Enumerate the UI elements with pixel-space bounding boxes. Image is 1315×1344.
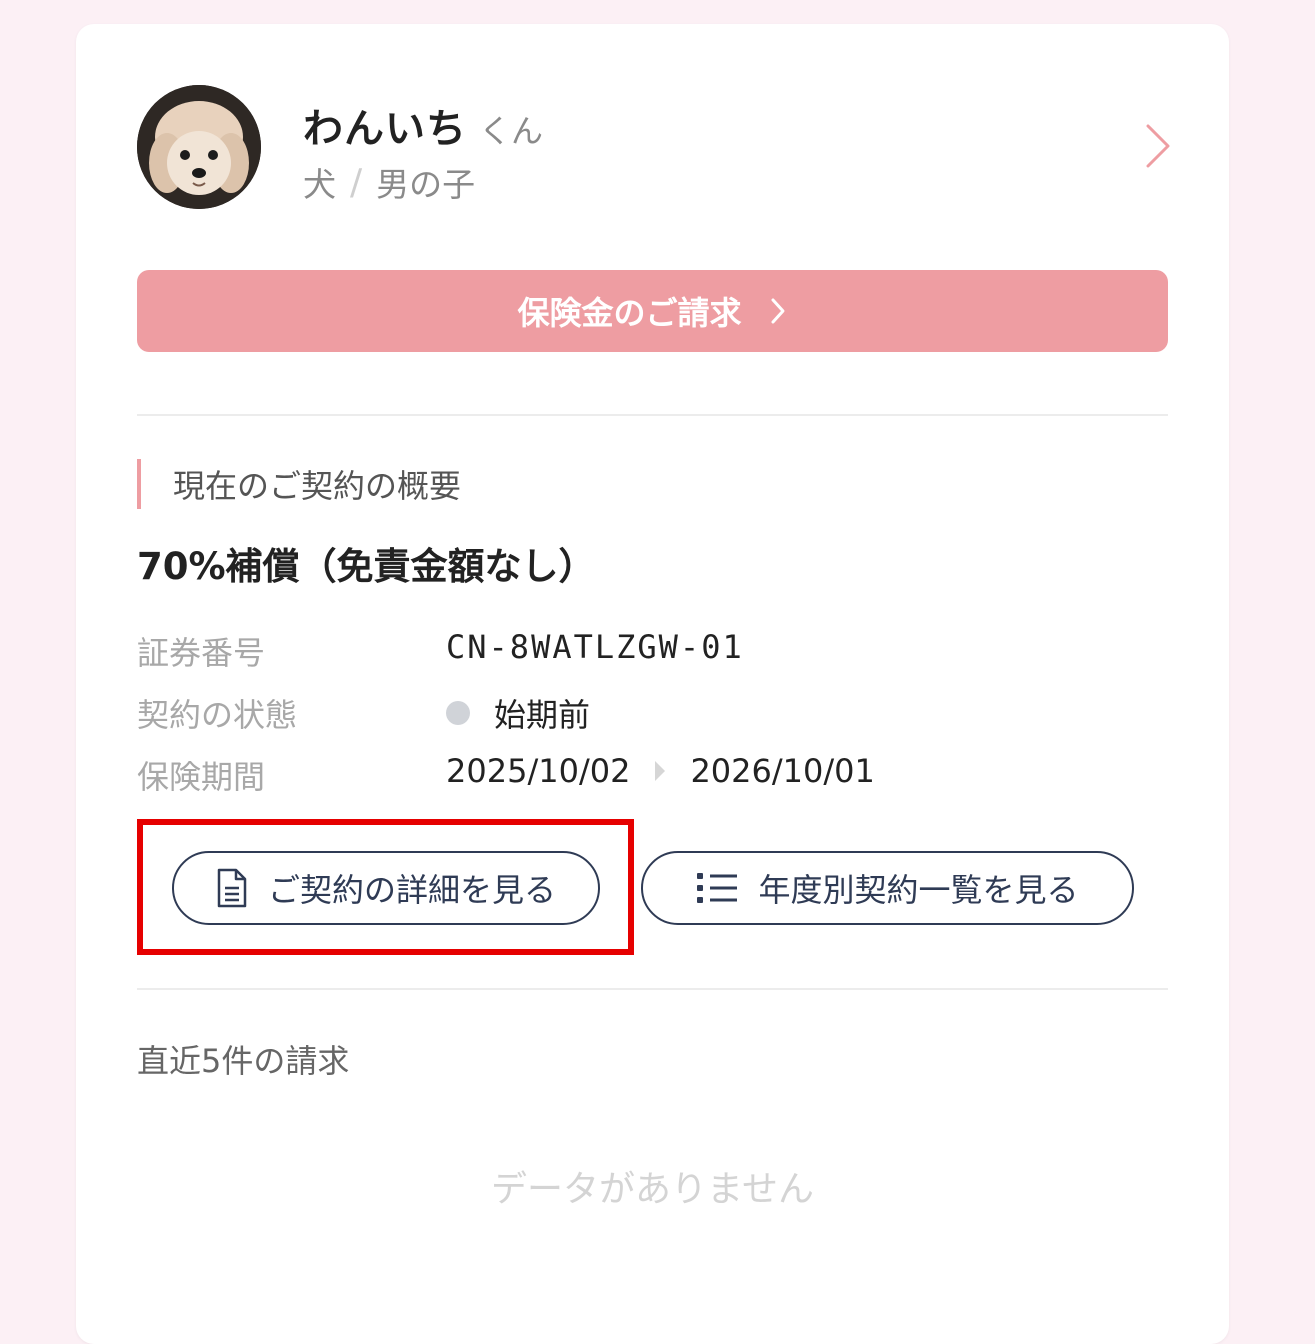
divider <box>137 414 1168 416</box>
contract-status-value: 始期前 <box>446 690 590 736</box>
policy-number-label: 証券番号 <box>137 634 266 672</box>
status-dot-icon <box>446 701 470 725</box>
pet-name-suffix: くん <box>479 112 544 150</box>
pet-contract-card <box>76 24 1229 1344</box>
period-end: 2026/10/01 <box>690 752 875 790</box>
period-start: 2025/10/02 <box>446 752 631 790</box>
policy-number-value: CN-8WATLZGW-01 <box>446 628 744 666</box>
divider <box>137 988 1168 990</box>
insurance-claim-label: 保険金のご請求 <box>517 294 742 332</box>
empty-state-message: データがありません <box>491 1169 814 1210</box>
insurance-claim-button[interactable]: 保険金のご請求 <box>137 270 1168 352</box>
contract-summary-heading: 現在のご契約の概要 <box>137 459 461 509</box>
contract-status-text: 始期前 <box>494 696 591 734</box>
pet-name-row: わんいち くん <box>303 96 543 152</box>
plan-name: 70%補償（免責金額なし） <box>137 545 596 588</box>
yearly-contracts-label: 年度別契約一覧を見る <box>758 871 1079 909</box>
chevron-right-icon <box>771 298 784 324</box>
contract-details-button[interactable]: ご契約の詳細を見る <box>172 851 600 925</box>
chevron-right-icon[interactable] <box>1138 122 1178 170</box>
contract-status-label: 契約の状態 <box>137 696 298 734</box>
pet-meta: 犬 / 男の子 <box>303 158 475 206</box>
recent-claims-title: 直近5件の請求 <box>137 1042 350 1080</box>
insurance-period-label: 保険期間 <box>137 758 266 796</box>
pet-name: わんいち <box>303 106 467 152</box>
document-icon <box>217 868 247 908</box>
pet-meta-separator: / <box>350 161 363 203</box>
list-icon <box>697 873 738 903</box>
yearly-contracts-button[interactable]: 年度別契約一覧を見る <box>641 851 1134 925</box>
dog-photo-icon <box>137 85 261 209</box>
contract-summary-title: 現在のご契約の概要 <box>173 467 462 505</box>
pet-avatar <box>137 85 261 209</box>
heading-accent-bar <box>137 459 141 509</box>
pet-gender: 男の子 <box>376 165 476 204</box>
contract-details-label: ご契約の詳細を見る <box>267 871 556 909</box>
insurance-period-value: 2025/10/02 2026/10/01 <box>446 752 875 790</box>
arrow-right-icon <box>655 761 666 781</box>
pet-species: 犬 <box>303 165 336 204</box>
